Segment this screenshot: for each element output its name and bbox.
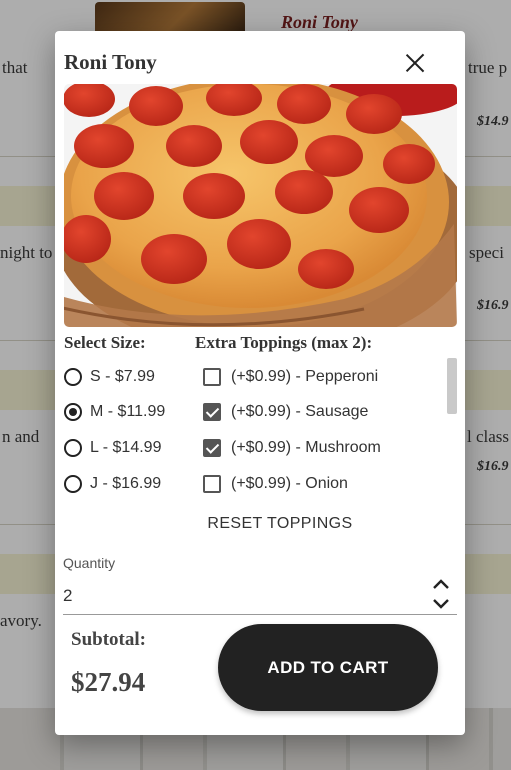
checkbox[interactable] — [203, 403, 221, 421]
topping-label: (+$0.99) - Mushroom — [231, 439, 381, 456]
reset-toppings-button[interactable]: RESET TOPPINGS — [185, 511, 375, 537]
add-to-cart-button[interactable]: ADD TO CART — [218, 624, 438, 711]
checkbox[interactable] — [203, 439, 221, 457]
size-option-label: J - $16.99 — [90, 475, 162, 492]
chevron-down-icon[interactable] — [430, 597, 452, 611]
topping-label: (+$0.99) - Onion — [231, 475, 348, 492]
radio-button[interactable] — [64, 403, 82, 421]
toppings-scrollbar[interactable] — [447, 358, 457, 418]
close-icon[interactable] — [400, 48, 430, 78]
size-option-label: M - $11.99 — [90, 403, 166, 420]
topping-mushroom[interactable]: (+$0.99) - Mushroom — [203, 435, 381, 461]
subtotal-label: Subtotal: — [71, 629, 146, 650]
quantity-input[interactable] — [63, 584, 423, 608]
quantity-label: Quantity — [63, 555, 116, 571]
chevron-up-icon[interactable] — [430, 577, 452, 591]
topping-label: (+$0.99) - Sausage — [231, 403, 369, 420]
topping-onion[interactable]: (+$0.99) - Onion — [203, 471, 348, 497]
quantity-underline — [63, 614, 457, 615]
pizza-image — [64, 84, 457, 327]
radio-button[interactable] — [64, 368, 82, 386]
radio-button[interactable] — [64, 475, 82, 493]
checkbox[interactable] — [203, 368, 221, 386]
radio-button[interactable] — [64, 439, 82, 457]
size-option-m[interactable]: M - $11.99 — [64, 399, 165, 425]
extra-toppings-heading: Extra Toppings (max 2): — [195, 333, 373, 352]
scrollbar-thumb[interactable] — [447, 358, 457, 414]
topping-label: (+$0.99) - Pepperoni — [231, 368, 379, 385]
size-option-s[interactable]: S - $7.99 — [64, 364, 155, 390]
topping-pepperoni[interactable]: (+$0.99) - Pepperoni — [203, 364, 378, 390]
size-option-label: L - $14.99 — [90, 439, 162, 456]
dialog-title: Roni Tony — [64, 50, 157, 74]
product-options-dialog: Roni Tony Select Size: Extra Toppings (m… — [55, 31, 465, 735]
select-size-heading: Select Size: — [64, 333, 146, 352]
checkbox[interactable] — [203, 475, 221, 493]
size-option-j[interactable]: J - $16.99 — [64, 471, 161, 497]
topping-sausage[interactable]: (+$0.99) - Sausage — [203, 399, 368, 425]
size-option-l[interactable]: L - $14.99 — [64, 435, 161, 461]
size-option-label: S - $7.99 — [90, 368, 155, 385]
subtotal-value: $27.94 — [71, 667, 146, 697]
